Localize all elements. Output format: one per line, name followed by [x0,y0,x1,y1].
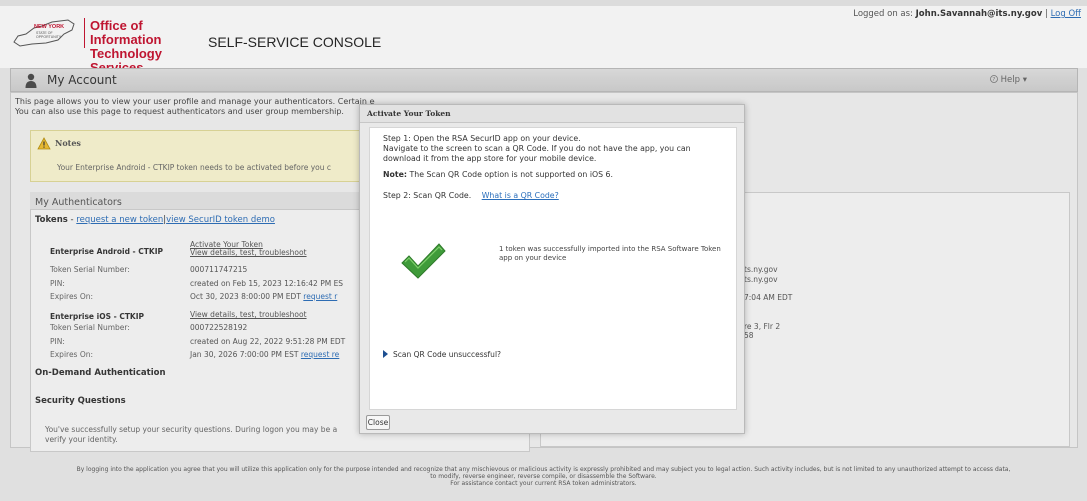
close-button[interactable]: Close [366,415,390,430]
what-is-qr-link[interactable]: What is a QR Code? [482,191,559,200]
step-2-label: Step 2: Scan QR Code. [383,191,472,200]
step-1-line-2: Navigate to the screen to scan a QR Code… [383,144,691,163]
note-label: Note: [383,170,408,179]
success-message: 1 token was successfully imported into t… [499,245,721,262]
dialog-title: Activate Your Token [367,109,451,118]
scan-unsuccessful-toggle[interactable]: Scan QR Code unsuccessful? [383,350,501,359]
dialog-titlebar: Activate Your Token [360,105,744,123]
expand-triangle-icon [383,350,388,358]
step-1-text: Step 1: Open the RSA SecurID app on your… [383,134,728,164]
ios-note: Note: The Scan QR Code option is not sup… [383,170,613,179]
step-2-text: Step 2: Scan QR Code. What is a QR Code? [383,191,559,200]
note-text: The Scan QR Code option is not supported… [409,170,614,179]
step-1-line-1: Step 1: Open the RSA SecurID app on your… [383,134,581,143]
activate-token-dialog: Activate Your Token Step 1: Open the RSA… [359,104,745,434]
scan-unsuccessful-label: Scan QR Code unsuccessful? [393,350,502,359]
dialog-body: Step 1: Open the RSA SecurID app on your… [369,127,737,410]
success-check-icon [401,243,446,279]
